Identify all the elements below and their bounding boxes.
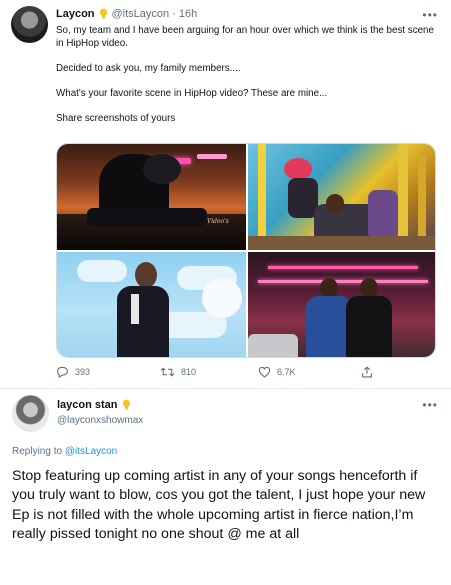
separator-dot: · — [172, 8, 176, 20]
media-grid: Video's — [56, 143, 436, 358]
media-photo[interactable] — [248, 144, 435, 250]
retweet-icon — [160, 367, 175, 377]
more-horizontal-icon[interactable]: ••• — [422, 398, 438, 412]
replying-to: Replying to @itsLaycon — [12, 446, 117, 457]
tweet-paragraph: Share screenshots of yours — [56, 112, 176, 124]
share-icon — [362, 366, 372, 378]
tweet-paragraph: What's your favorite scene in HipHop vid… — [56, 87, 328, 99]
lightbulb-icon — [99, 8, 107, 19]
retweet-button[interactable]: 810 — [160, 366, 196, 378]
reply-count: 393 — [75, 367, 91, 377]
tweet-paragraph: So, my team and I have been arguing for … — [56, 25, 434, 49]
tweet-actions: 393 810 6.7K — [56, 366, 386, 380]
mention-link[interactable]: @itsLaycon — [65, 446, 117, 457]
replying-prefix: Replying to — [12, 446, 63, 457]
user-handle[interactable]: @layconxshowmax — [57, 415, 143, 426]
tweet-laycon[interactable]: Laycon @itsLaycon · 16h ••• So, my team … — [0, 0, 451, 389]
display-name[interactable]: laycon stan — [57, 399, 118, 411]
reply-header: laycon stan — [57, 399, 135, 411]
media-photo[interactable] — [248, 252, 435, 357]
retweet-count: 810 — [181, 367, 197, 377]
tweet-paragraph: Decided to ask you, my family members...… — [56, 62, 241, 74]
display-name[interactable]: Laycon — [56, 8, 95, 20]
tweet-header: Laycon @itsLaycon · 16h — [56, 8, 197, 20]
like-button[interactable]: 6.7K — [258, 366, 296, 378]
media-photo[interactable]: Video's — [57, 144, 246, 250]
media-photo[interactable] — [57, 252, 246, 357]
heart-icon — [258, 366, 271, 378]
watermark-text: Video's — [207, 218, 229, 225]
reply-button[interactable]: 393 — [56, 366, 90, 378]
avatar[interactable] — [12, 395, 49, 432]
tweet-text: So, my team and I have been arguing for … — [56, 25, 441, 125]
more-horizontal-icon[interactable]: ••• — [422, 8, 438, 22]
reply-icon — [57, 366, 68, 378]
share-button[interactable] — [361, 366, 373, 378]
like-count: 6.7K — [277, 367, 296, 377]
reply-text: Stop featuring up coming artist in any o… — [12, 468, 426, 543]
avatar[interactable] — [11, 6, 48, 43]
user-handle[interactable]: @itsLaycon — [112, 8, 170, 20]
lightbulb-icon — [122, 399, 130, 410]
timestamp[interactable]: 16h — [179, 8, 197, 20]
